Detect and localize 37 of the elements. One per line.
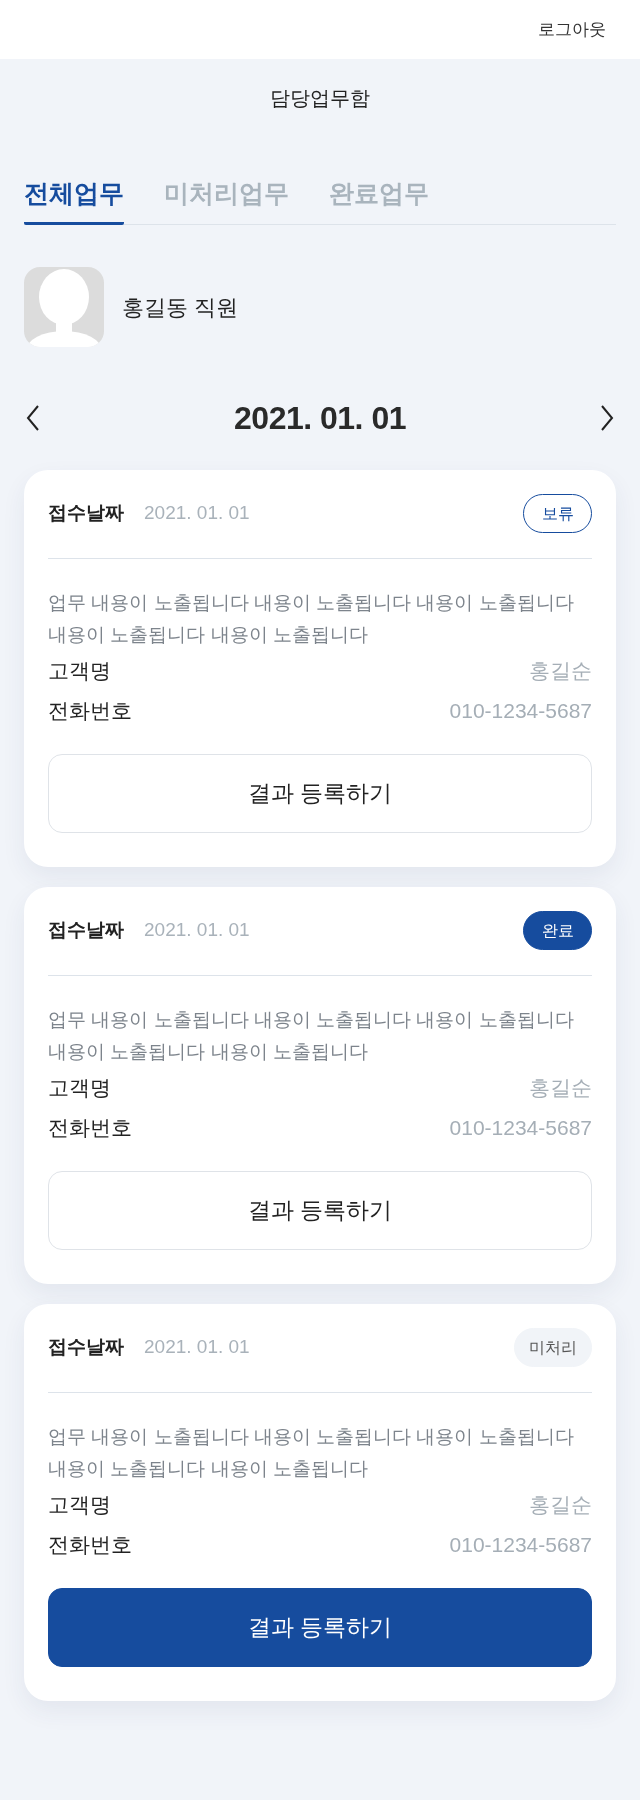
field-value: 010-1234-5687: [449, 698, 592, 725]
date-label: 접수날짜: [48, 918, 124, 943]
current-date: 2021. 01. 01: [234, 399, 406, 438]
field-label: 전화번호: [48, 1115, 132, 1142]
field-value: 홍길순: [529, 658, 592, 685]
field-label: 고객명: [48, 1492, 111, 1519]
tab[interactable]: 전체업무: [24, 176, 124, 225]
next-date-button[interactable]: [598, 403, 616, 433]
date-label: 접수날짜: [48, 1335, 124, 1360]
date-label: 접수날짜: [48, 501, 124, 526]
register-result-button[interactable]: 결과 등록하기: [48, 1171, 592, 1250]
field-value: 홍길순: [529, 1492, 592, 1519]
field-label: 고객명: [48, 658, 111, 685]
field-value: 홍길순: [529, 1075, 592, 1102]
received-date: 2021. 01. 01: [144, 918, 250, 943]
field-label: 전화번호: [48, 1532, 132, 1559]
page-title: 담당업무함: [269, 86, 371, 110]
employee-name: 홍길동 직원: [122, 293, 239, 322]
task-description: 업무 내용이 노출됩니다 내용이 노출됩니다 내용이 노출됩니다 내용이 노출됩니다 내용이 노출됩니다: [48, 591, 575, 647]
received-date: 2021. 01. 01: [144, 501, 250, 526]
previous-date-button[interactable]: [24, 403, 42, 433]
avatar-icon: [24, 267, 104, 347]
received-date: 2021. 01. 01: [144, 1335, 250, 1360]
register-result-button[interactable]: 결과 등록하기: [48, 1588, 592, 1667]
register-result-button[interactable]: 결과 등록하기: [48, 754, 592, 833]
field-value: 010-1234-5687: [449, 1532, 592, 1559]
status-badge: 완료: [523, 911, 592, 950]
field-value: 010-1234-5687: [449, 1115, 592, 1142]
task-description: 업무 내용이 노출됩니다 내용이 노출됩니다 내용이 노출됩니다 내용이 노출됩니다 내용이 노출됩니다: [48, 1425, 575, 1481]
task-description: 업무 내용이 노출됩니다 내용이 노출됩니다 내용이 노출됩니다 내용이 노출됩니다 내용이 노출됩니다: [48, 1008, 575, 1064]
chevron-left-icon: [26, 405, 40, 431]
status-badge: 보류: [523, 494, 592, 533]
field-label: 전화번호: [48, 698, 132, 725]
chevron-right-icon: [600, 405, 614, 431]
logout-link[interactable]: 로그아웃: [538, 16, 606, 43]
field-label: 고객명: [48, 1075, 111, 1102]
status-badge: 미처리: [514, 1328, 592, 1367]
